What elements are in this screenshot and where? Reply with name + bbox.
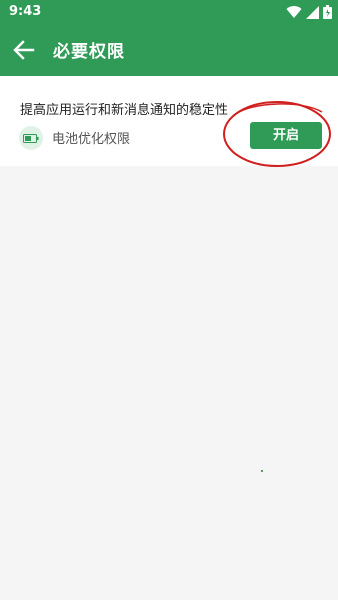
permission-card: 提高应用运行和新消息通知的稳定性 电池优化权限 开启 xyxy=(0,76,338,166)
back-arrow-icon[interactable] xyxy=(12,38,38,62)
app-bar: 必要权限 xyxy=(0,24,338,76)
permission-description: 提高应用运行和新消息通知的稳定性 xyxy=(20,103,229,118)
permission-label: 电池优化权限 xyxy=(52,132,131,147)
wifi-icon xyxy=(286,5,302,19)
status-icons xyxy=(286,5,332,19)
stray-dot xyxy=(261,470,263,472)
signal-icon xyxy=(306,5,319,19)
status-bar: 9:43 xyxy=(0,0,338,24)
enable-button[interactable]: 开启 xyxy=(250,122,322,149)
battery-icon xyxy=(19,126,43,150)
battery-icon xyxy=(323,5,332,19)
status-time: 9:43 xyxy=(9,4,42,19)
page-title: 必要权限 xyxy=(53,42,125,62)
